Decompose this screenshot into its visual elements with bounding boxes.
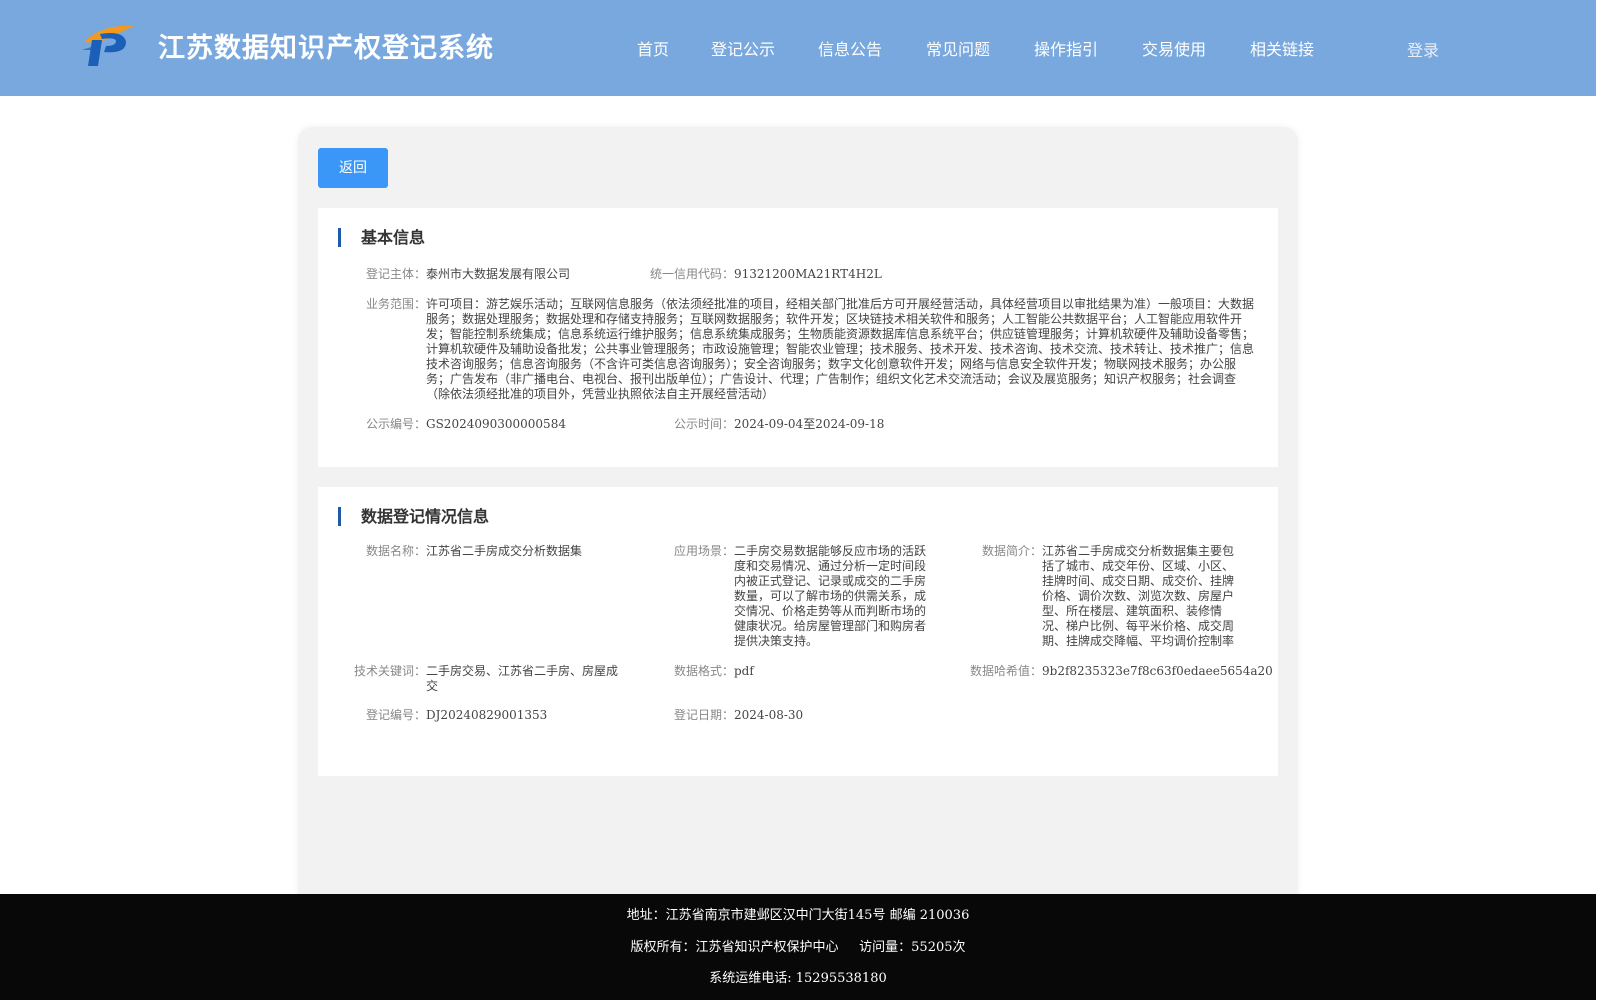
tech-keywords-label: 技术关键词： bbox=[353, 664, 426, 678]
data-intro-value: 江苏省二手房成交分析数据集主要包括了城市、成交年份、区域、小区、挂牌时间、成交日… bbox=[1042, 544, 1235, 648]
publication-number-value: GS2024090300000584 bbox=[426, 417, 566, 431]
section-title-basic-info: 基本信息 bbox=[338, 228, 425, 247]
data-format-label: 数据格式： bbox=[673, 664, 734, 678]
business-scope-value: 许可项目：游艺娱乐活动；互联网信息服务（依法须经批准的项目，经相关部门批准后方可… bbox=[426, 297, 1255, 401]
publication-number-label: 公示编号： bbox=[365, 417, 426, 431]
data-hash-label: 数据哈希值： bbox=[969, 664, 1042, 678]
publication-time-label: 公示时间： bbox=[673, 417, 734, 431]
nav-info-announcement[interactable]: 信息公告 bbox=[818, 36, 882, 60]
subject-value: 泰州市大数据发展有限公司 bbox=[426, 267, 571, 281]
credit-code-label: 统一信用代码： bbox=[649, 267, 734, 281]
nav-home[interactable]: 首页 bbox=[637, 36, 669, 60]
credit-code-value: 91321200MA21RT4H2L bbox=[734, 267, 882, 281]
data-hash-value: 9b2f8235323e7f8c63f0edaee5654a20 bbox=[1042, 664, 1273, 678]
top-header: 江苏数据知识产权登记系统 首页 登记公示 信息公告 常见问题 操作指引 交易使用… bbox=[0, 0, 1596, 96]
nav-guide[interactable]: 操作指引 bbox=[1034, 36, 1098, 60]
business-scope-label: 业务范围： bbox=[365, 297, 426, 311]
application-scene-label: 应用场景： bbox=[673, 544, 734, 558]
data-name-label: 数据名称： bbox=[365, 544, 426, 558]
nav-trade-use[interactable]: 交易使用 bbox=[1142, 36, 1206, 60]
site-logo-icon[interactable] bbox=[80, 20, 140, 70]
site-title: 江苏数据知识产权登记系统 bbox=[158, 33, 494, 64]
registration-number-label: 登记编号： bbox=[365, 708, 426, 722]
detail-card: 返回 基本信息 登记主体： 泰州市大数据发展有限公司 统一信用代码： 91321… bbox=[298, 127, 1298, 907]
registration-date-value: 2024-08-30 bbox=[734, 708, 804, 722]
footer-phone: 系统运维电话: 15295538180 bbox=[709, 971, 887, 986]
footer-address: 地址：江苏省南京市建邺区汉中门大街145号 邮编 210036 bbox=[626, 908, 970, 923]
data-intro-label: 数据简介： bbox=[981, 544, 1042, 558]
registration-date-label: 登记日期： bbox=[673, 708, 734, 722]
section-title-data-registration: 数据登记情况信息 bbox=[338, 507, 489, 526]
publication-time-value: 2024-09-04至2024-09-18 bbox=[734, 417, 885, 431]
registration-number-value: DJ20240829001353 bbox=[426, 708, 548, 722]
footer-copyright: 版权所有：江苏省知识产权保护中心 访问量：55205次 bbox=[630, 940, 966, 955]
page-footer: 地址：江苏省南京市建邺区汉中门大街145号 邮编 210036 版权所有：江苏省… bbox=[0, 894, 1596, 1000]
back-button[interactable]: 返回 bbox=[318, 148, 388, 188]
nav-related-links[interactable]: 相关链接 bbox=[1250, 36, 1314, 60]
nav-registration-notice[interactable]: 登记公示 bbox=[711, 36, 775, 60]
data-name-value: 江苏省二手房成交分析数据集 bbox=[426, 544, 583, 558]
nav-faq[interactable]: 常见问题 bbox=[926, 36, 990, 60]
application-scene-value: 二手房交易数据能够反应市场的活跃度和交易情况、通过分析一定时间段内被正式登记、记… bbox=[734, 544, 927, 648]
basic-info-panel: 基本信息 登记主体： 泰州市大数据发展有限公司 统一信用代码： 91321200… bbox=[318, 208, 1278, 467]
subject-label: 登记主体： bbox=[365, 267, 426, 281]
data-registration-panel: 数据登记情况信息 数据名称： 江苏省二手房成交分析数据集 应用场景： 二手房交易… bbox=[318, 487, 1278, 776]
login-link[interactable]: 登录 bbox=[1407, 37, 1439, 61]
tech-keywords-value: 二手房交易、江苏省二手房、房屋成交 bbox=[426, 664, 619, 693]
data-format-value: pdf bbox=[734, 664, 754, 678]
